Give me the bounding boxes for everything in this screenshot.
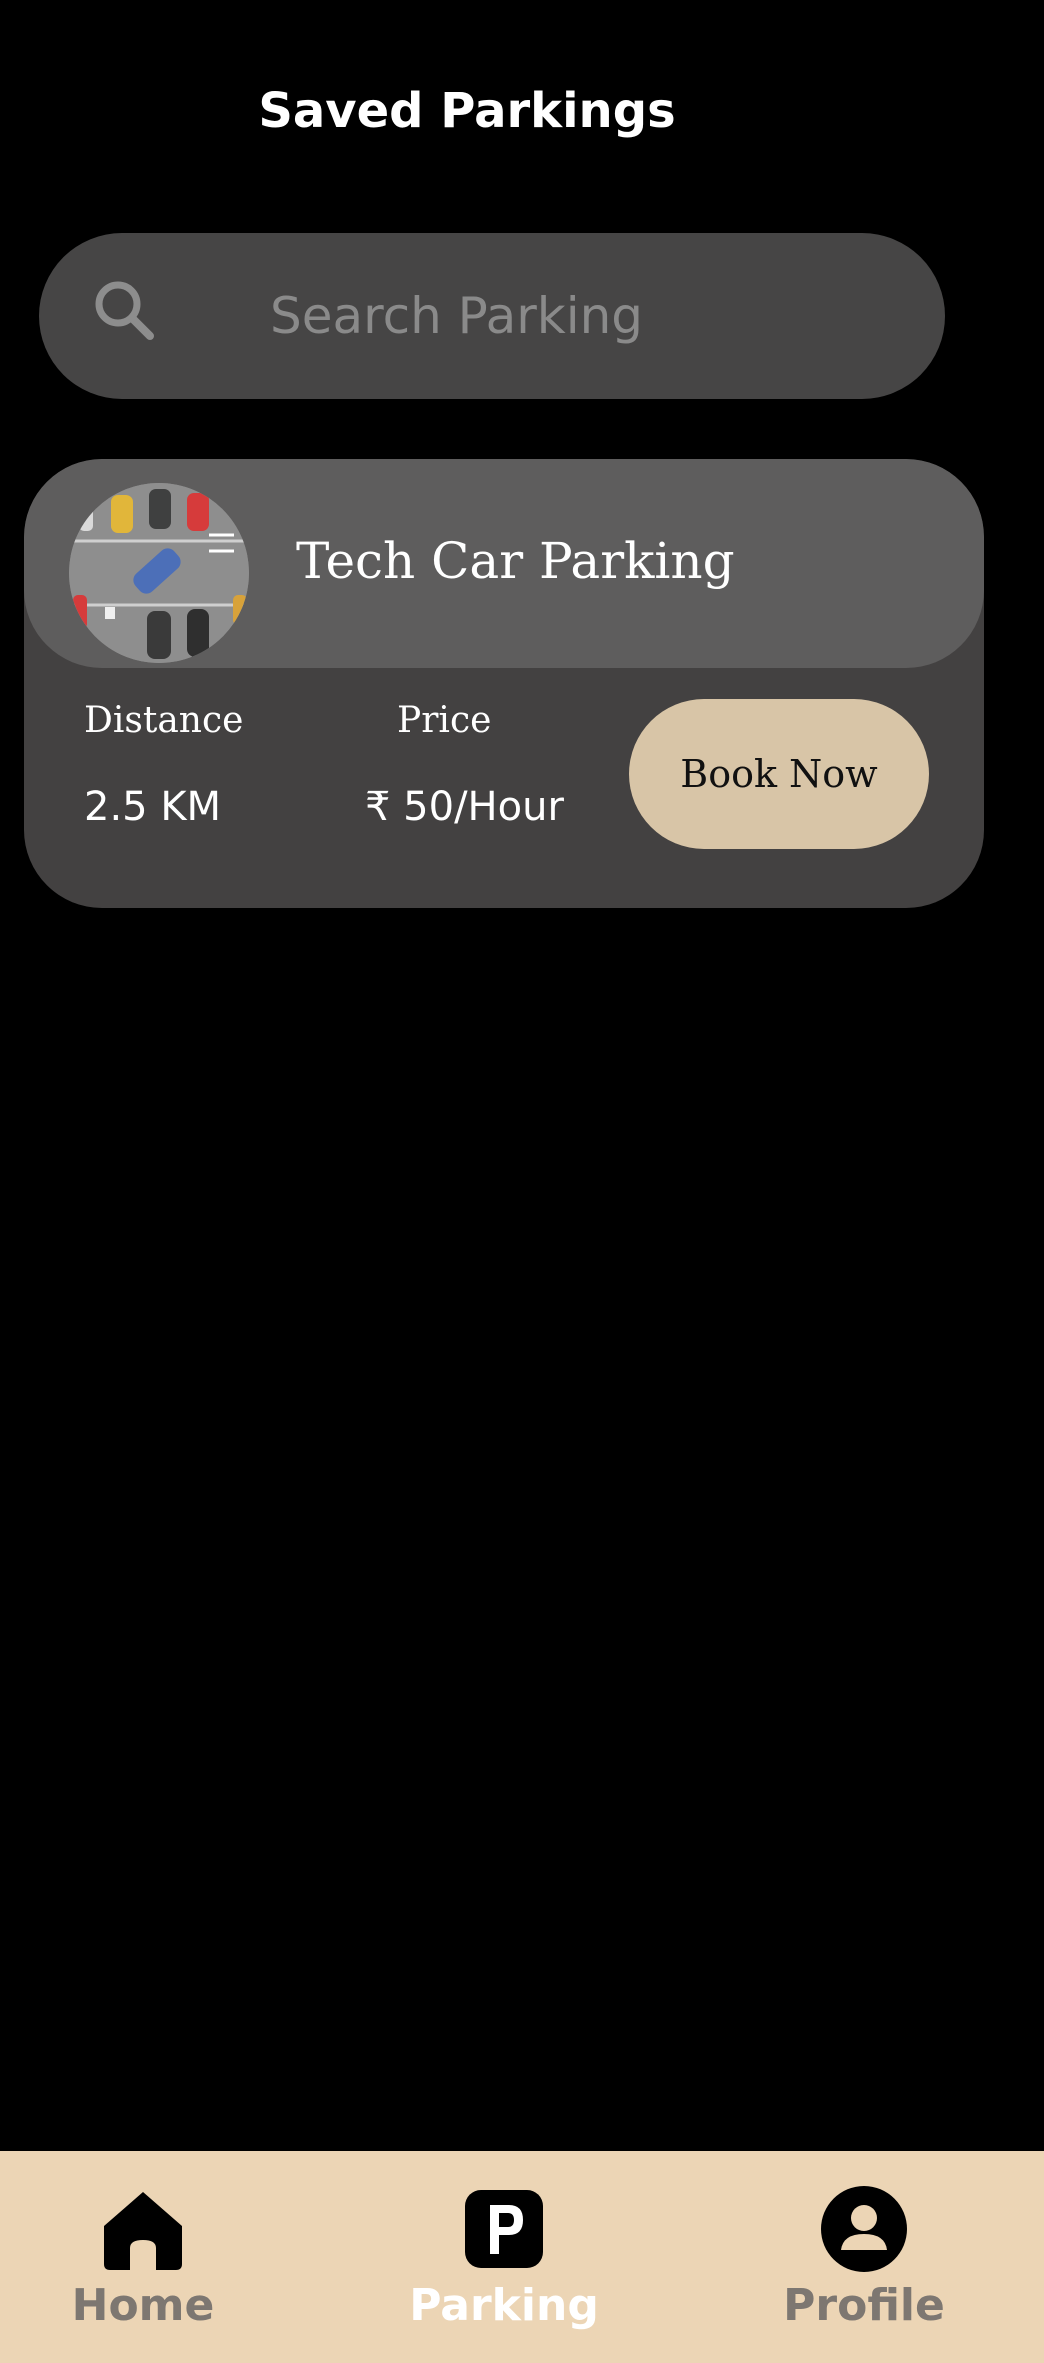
profile-icon [821, 2186, 907, 2272]
book-now-button[interactable]: Book Now [629, 699, 929, 849]
nav-label-home: Home [71, 2280, 215, 2331]
parking-thumbnail [69, 483, 249, 663]
nav-item-home[interactable]: Home [13, 2151, 273, 2363]
search-input[interactable] [270, 270, 870, 362]
nav-item-profile[interactable]: Profile [734, 2151, 994, 2363]
parking-icon [465, 2190, 543, 2268]
page-title: Saved Parkings [258, 83, 676, 139]
price-value: ₹ 50/Hour [365, 784, 564, 830]
parking-card[interactable]: Tech Car Parking Distance 2.5 KM Price ₹… [24, 459, 984, 908]
bottom-navigation: Home Parking Profile [0, 2151, 1044, 2363]
price-label: Price [397, 700, 492, 741]
nav-item-parking[interactable]: Parking [374, 2151, 634, 2363]
nav-label-parking: Parking [409, 2280, 599, 2331]
distance-label: Distance [84, 700, 244, 741]
parking-name: Tech Car Parking [296, 532, 735, 590]
home-icon [104, 2192, 182, 2270]
nav-label-profile: Profile [783, 2280, 945, 2331]
distance-value: 2.5 KM [84, 784, 222, 830]
search-icon[interactable] [92, 278, 156, 342]
